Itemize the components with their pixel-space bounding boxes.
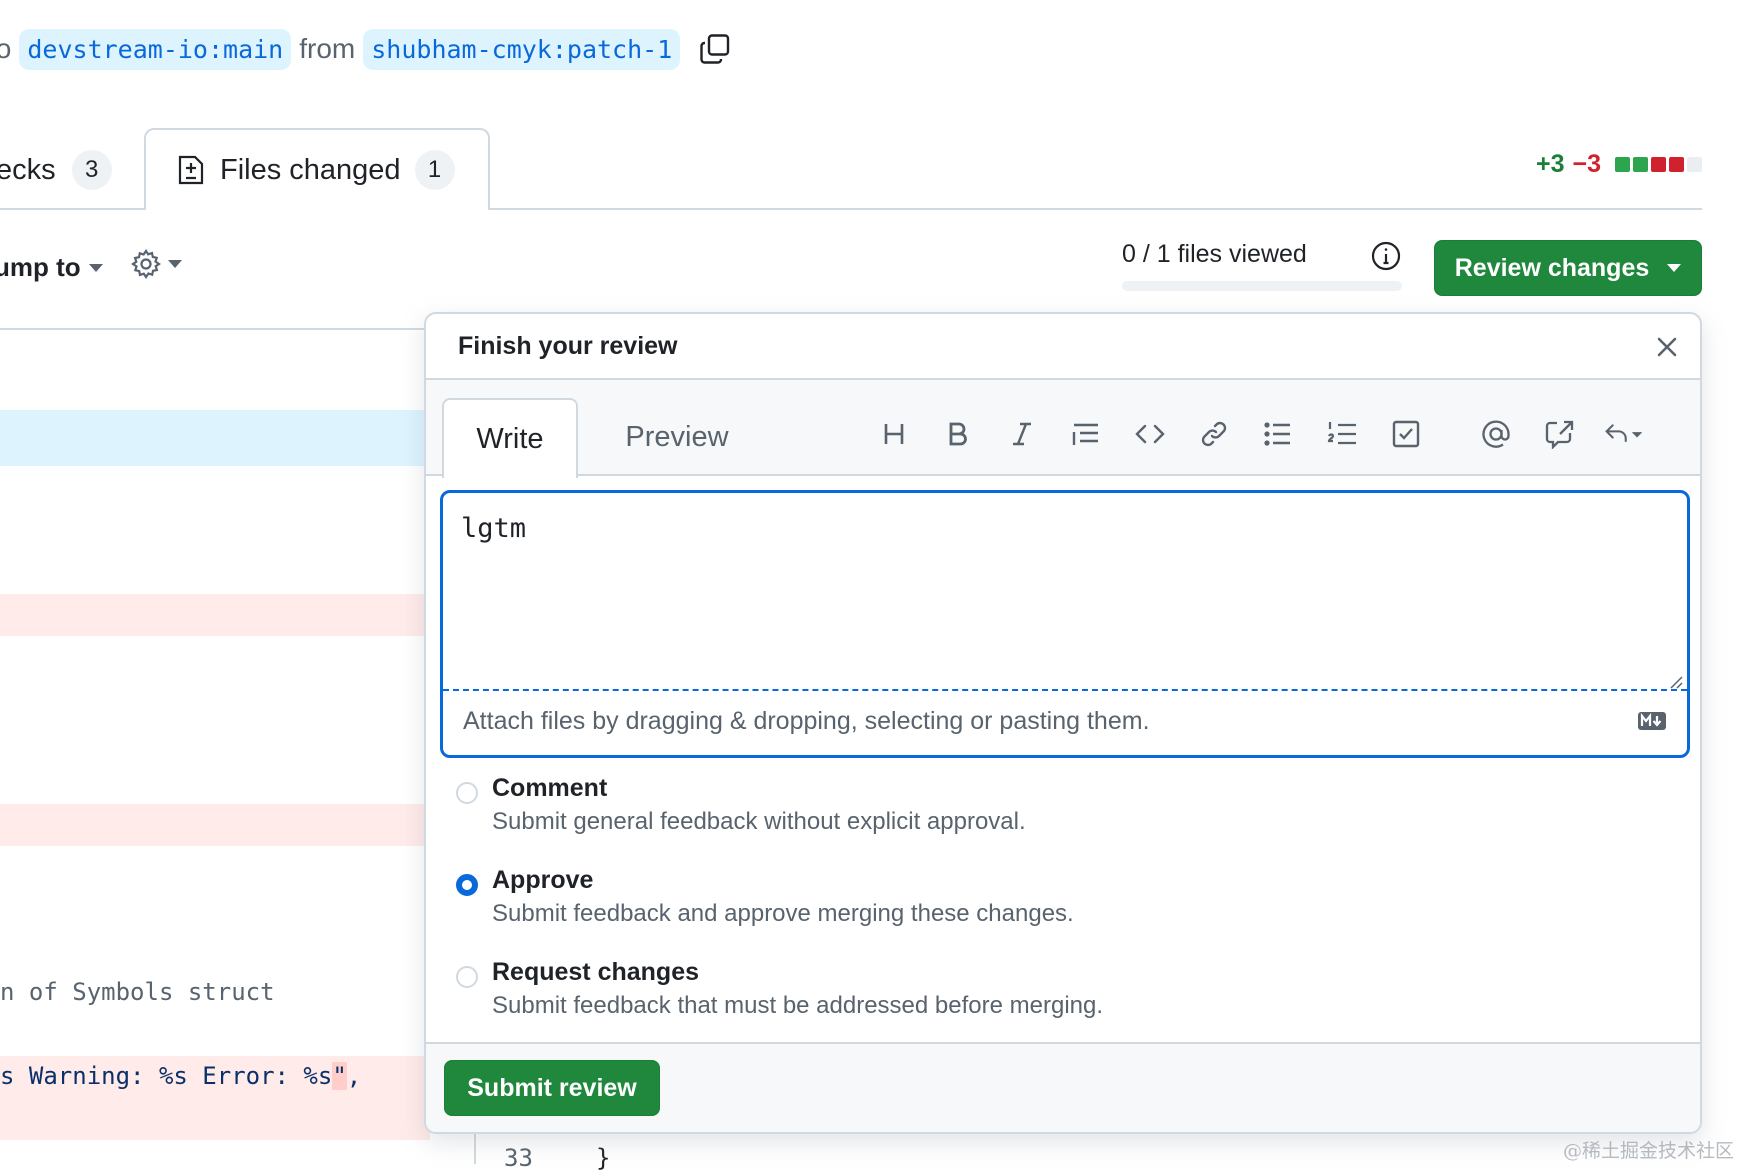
review-option-label: Comment — [492, 774, 608, 802]
review-changes-button[interactable]: Review changes — [1434, 240, 1702, 296]
quote-icon — [1072, 423, 1098, 445]
files-viewed-info-button[interactable] — [1370, 240, 1402, 277]
link-icon — [1201, 421, 1227, 447]
branch-line: to devstream-io:main from shubham-cmyk:p… — [0, 26, 732, 72]
review-option-radio[interactable] — [456, 874, 478, 896]
diff-deleted-line — [0, 594, 430, 636]
tab-checks-counter: 3 — [71, 150, 112, 190]
attach-divider — [443, 689, 1687, 691]
diffstat-box — [1669, 157, 1684, 172]
diffstat-box — [1651, 157, 1666, 172]
diff-code-line: } — [596, 1144, 611, 1172]
copy-icon — [700, 34, 730, 64]
diff-deleted-line — [0, 804, 430, 846]
review-option-label: Request changes — [492, 958, 700, 986]
tab-files-changed[interactable]: Files changed 1 — [144, 128, 490, 210]
mention-button[interactable] — [1476, 414, 1516, 454]
diff-code-line: s Warning: %s Error: %s", — [0, 1062, 361, 1090]
chevron-down-icon — [168, 260, 182, 268]
code-button[interactable] — [1130, 414, 1170, 454]
watermark: @稀土掘金技术社区 — [1562, 1140, 1734, 1162]
code-icon — [1135, 424, 1165, 444]
chevron-down-icon — [1667, 264, 1682, 272]
diffstat-box — [1633, 157, 1648, 172]
unordered-list-button[interactable] — [1258, 414, 1298, 454]
review-option-label: Approve — [492, 866, 594, 894]
jump-to-label: ump to — [0, 252, 81, 282]
comment-text: lgtm — [461, 513, 527, 544]
diff-code-line: n of Symbols struct — [0, 978, 275, 1006]
files-viewed-progress — [1122, 281, 1402, 291]
diff-code-text: , — [346, 1062, 362, 1090]
info-icon — [1371, 241, 1401, 271]
diff-file-header-border — [0, 328, 430, 330]
branch-lead-text: to — [0, 33, 12, 64]
tab-preview[interactable]: Preview — [602, 398, 752, 476]
diffstat-additions: +3 — [1535, 150, 1565, 178]
tab-write[interactable]: Write — [442, 398, 578, 478]
italic-icon — [1013, 422, 1031, 446]
italic-button[interactable] — [1002, 414, 1042, 454]
ordered-list-button[interactable] — [1322, 414, 1362, 454]
markdown-icon[interactable] — [1637, 711, 1667, 736]
heading-icon — [884, 424, 904, 444]
popover-footer: Submit review — [426, 1042, 1700, 1132]
comment-textarea[interactable]: lgtm Attach files by dragging & dropping… — [440, 490, 1690, 758]
base-branch-link[interactable]: devstream-io:main — [19, 28, 292, 70]
review-option-radio[interactable] — [456, 782, 478, 804]
reference-icon — [1545, 420, 1574, 449]
submit-review-button[interactable]: Submit review — [444, 1060, 660, 1116]
diffstat-boxes — [1615, 157, 1702, 172]
review-option-radio[interactable] — [456, 966, 478, 988]
mention-icon — [1482, 420, 1510, 448]
diff-settings-button[interactable] — [130, 248, 182, 280]
review-option-description: Submit general feedback without explicit… — [492, 808, 1026, 835]
bold-icon — [949, 422, 967, 446]
diffstat-box — [1615, 157, 1630, 172]
finish-review-popover: Finish your review Write Preview lgtm At… — [424, 312, 1702, 1134]
popover-title: Finish your review — [458, 331, 678, 360]
files-viewed-text: 0 / 1 files viewed — [1122, 240, 1307, 268]
diffstat-box — [1687, 157, 1702, 172]
popover-header: Finish your review — [426, 314, 1700, 380]
chevron-down-icon — [88, 263, 103, 272]
review-option-description: Submit feedback and approve merging thes… — [492, 900, 1074, 927]
close-popover-button[interactable] — [1652, 332, 1682, 362]
task-list-button[interactable] — [1386, 414, 1426, 454]
reference-button[interactable] — [1540, 414, 1580, 454]
task-list-icon — [1392, 420, 1420, 448]
heading-button[interactable] — [874, 414, 914, 454]
diff-hunk-header — [0, 410, 430, 466]
editor-header: Write Preview — [426, 380, 1700, 478]
close-icon — [1657, 337, 1677, 357]
saved-replies-button[interactable] — [1604, 414, 1644, 454]
head-branch-link[interactable]: shubham-cmyk:patch-1 — [363, 28, 681, 70]
link-button[interactable] — [1194, 414, 1234, 454]
file-diff-icon — [178, 155, 204, 185]
reply-icon — [1605, 424, 1643, 442]
diff-line-number[interactable]: 33 — [504, 1144, 533, 1172]
bold-button[interactable] — [938, 414, 978, 454]
markdown-toolbar — [874, 414, 1668, 454]
jump-to-dropdown[interactable]: ump to — [0, 252, 103, 283]
review-option-description: Submit feedback that must be addressed b… — [492, 992, 1104, 1019]
tab-checks-label: ecks — [0, 153, 56, 186]
copy-branch-button[interactable] — [698, 32, 732, 66]
diff-code-text: s Warning: %s Error: %s — [0, 1062, 333, 1090]
branch-connector-text: from — [299, 33, 356, 64]
gear-icon — [131, 249, 161, 279]
diffstat: +3 −3 — [1536, 150, 1702, 179]
tab-files-changed-label: Files changed — [220, 153, 401, 186]
attach-files-hint[interactable]: Attach files by dragging & dropping, sel… — [463, 707, 1150, 736]
files-viewed: 0 / 1 files viewed — [1122, 240, 1402, 291]
ordered-list-icon — [1327, 422, 1356, 445]
tab-checks[interactable]: ecks 3 — [0, 150, 112, 190]
quote-button[interactable] — [1066, 414, 1106, 454]
unordered-list-icon — [1264, 422, 1290, 446]
diffstat-deletions: −3 — [1572, 150, 1601, 178]
tab-files-changed-counter: 1 — [414, 150, 455, 190]
diff-code-highlight: " — [332, 1062, 347, 1090]
review-changes-label: Review changes — [1454, 253, 1650, 282]
